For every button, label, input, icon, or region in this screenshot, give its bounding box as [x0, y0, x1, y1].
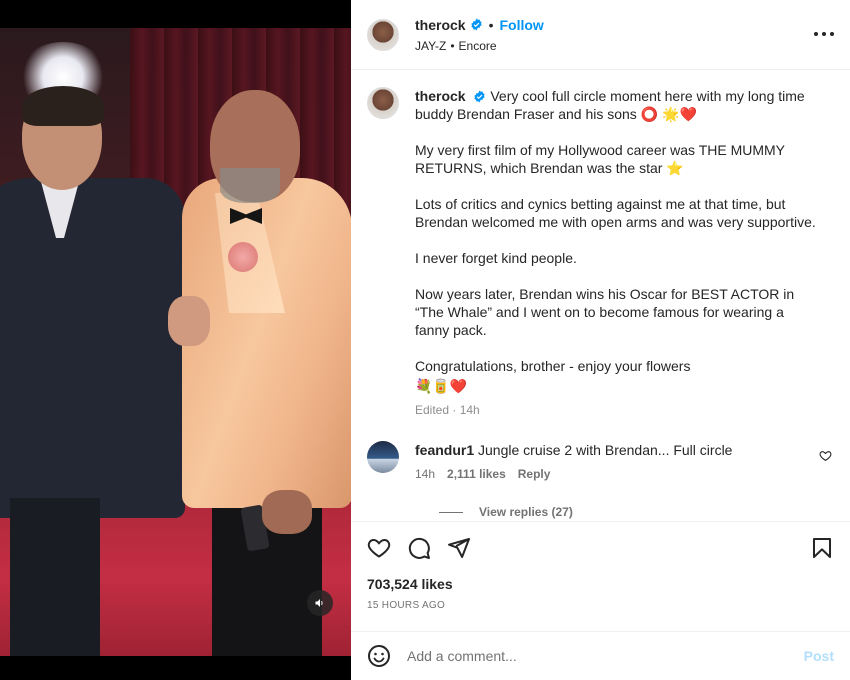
comment-text: Jungle cruise 2 with Brendan... Full cir…	[478, 442, 733, 458]
right-man-jacket	[182, 178, 351, 508]
music-separator: •	[450, 38, 455, 53]
caption-paragraph: Congratulations, brother - enjoy your fl…	[415, 358, 691, 374]
emoji-icon[interactable]	[367, 644, 391, 668]
right-man-beard	[220, 168, 280, 203]
heart-icon[interactable]	[367, 536, 391, 560]
caption-paragraph: I never forget kind people.	[415, 250, 577, 266]
caption: therock Very cool full circle moment her…	[367, 87, 834, 419]
post-actions: 703,524 likes 15 HOURS AGO	[351, 521, 850, 611]
verified-badge-icon	[474, 90, 486, 103]
post-header: therock • Follow JAY-Z • Encore	[351, 0, 850, 70]
boutonniere	[228, 242, 258, 272]
post-comment-button[interactable]: Post	[804, 648, 834, 664]
verified-badge-icon	[470, 18, 482, 31]
follow-button[interactable]: Follow	[499, 17, 543, 33]
caption-meta: Edited · 14h	[415, 403, 480, 417]
post-details-panel: therock • Follow JAY-Z • Encore therock …	[351, 0, 850, 680]
music-track: Encore	[458, 38, 497, 53]
view-replies-button[interactable]: View replies (27)	[439, 505, 834, 519]
sound-toggle-button[interactable]	[307, 590, 333, 616]
caption-author-avatar[interactable]	[367, 87, 399, 119]
commenter-avatar[interactable]	[367, 441, 399, 473]
music-info[interactable]: JAY-Z • Encore	[415, 39, 544, 53]
separator-dot: •	[488, 16, 494, 33]
replies-divider-line	[439, 511, 463, 513]
caption-text: therock Very cool full circle moment her…	[415, 87, 820, 419]
left-man-hand	[168, 296, 210, 346]
author-avatar[interactable]	[367, 18, 399, 51]
comment-time[interactable]: 14h	[415, 467, 435, 481]
left-man-suit	[0, 178, 185, 518]
comment-reply-button[interactable]: Reply	[518, 467, 551, 481]
more-options-icon[interactable]	[814, 26, 834, 42]
comment-likes[interactable]: 2,111 likes	[447, 467, 506, 481]
comment-like-heart-icon[interactable]	[819, 449, 832, 462]
caption-username[interactable]: therock	[415, 88, 466, 104]
right-man-hand	[262, 490, 312, 534]
comment-icon[interactable]	[407, 536, 431, 560]
author-info: therock • Follow JAY-Z • Encore	[415, 17, 544, 53]
video-frame[interactable]	[0, 28, 351, 656]
likes-count[interactable]: 703,524 likes	[367, 576, 834, 592]
post-time[interactable]: 15 HOURS AGO	[367, 600, 834, 611]
left-man-legs	[10, 498, 100, 656]
share-icon[interactable]	[447, 536, 471, 560]
comment: feandur1 Jungle cruise 2 with Brendan...…	[367, 441, 834, 481]
comments-area: therock Very cool full circle moment her…	[351, 71, 850, 521]
save-icon[interactable]	[810, 536, 834, 560]
comment-input[interactable]	[407, 648, 804, 664]
view-replies-label: View replies (27)	[479, 505, 573, 519]
caption-emojis: 💐🥫❤️	[415, 378, 468, 394]
caption-paragraph: Now years later, Brendan wins his Oscar …	[415, 286, 795, 338]
post-media[interactable]	[0, 0, 351, 680]
comment-composer: Post	[351, 631, 850, 680]
author-username[interactable]: therock	[415, 17, 466, 33]
caption-paragraph: Lots of critics and cynics betting again…	[415, 196, 816, 230]
caption-paragraph: My very first film of my Hollywood caree…	[415, 142, 785, 176]
music-artist: JAY-Z	[415, 38, 447, 53]
left-man-hair	[22, 86, 104, 126]
sound-icon	[315, 599, 323, 607]
commenter-username[interactable]: feandur1	[415, 442, 474, 458]
